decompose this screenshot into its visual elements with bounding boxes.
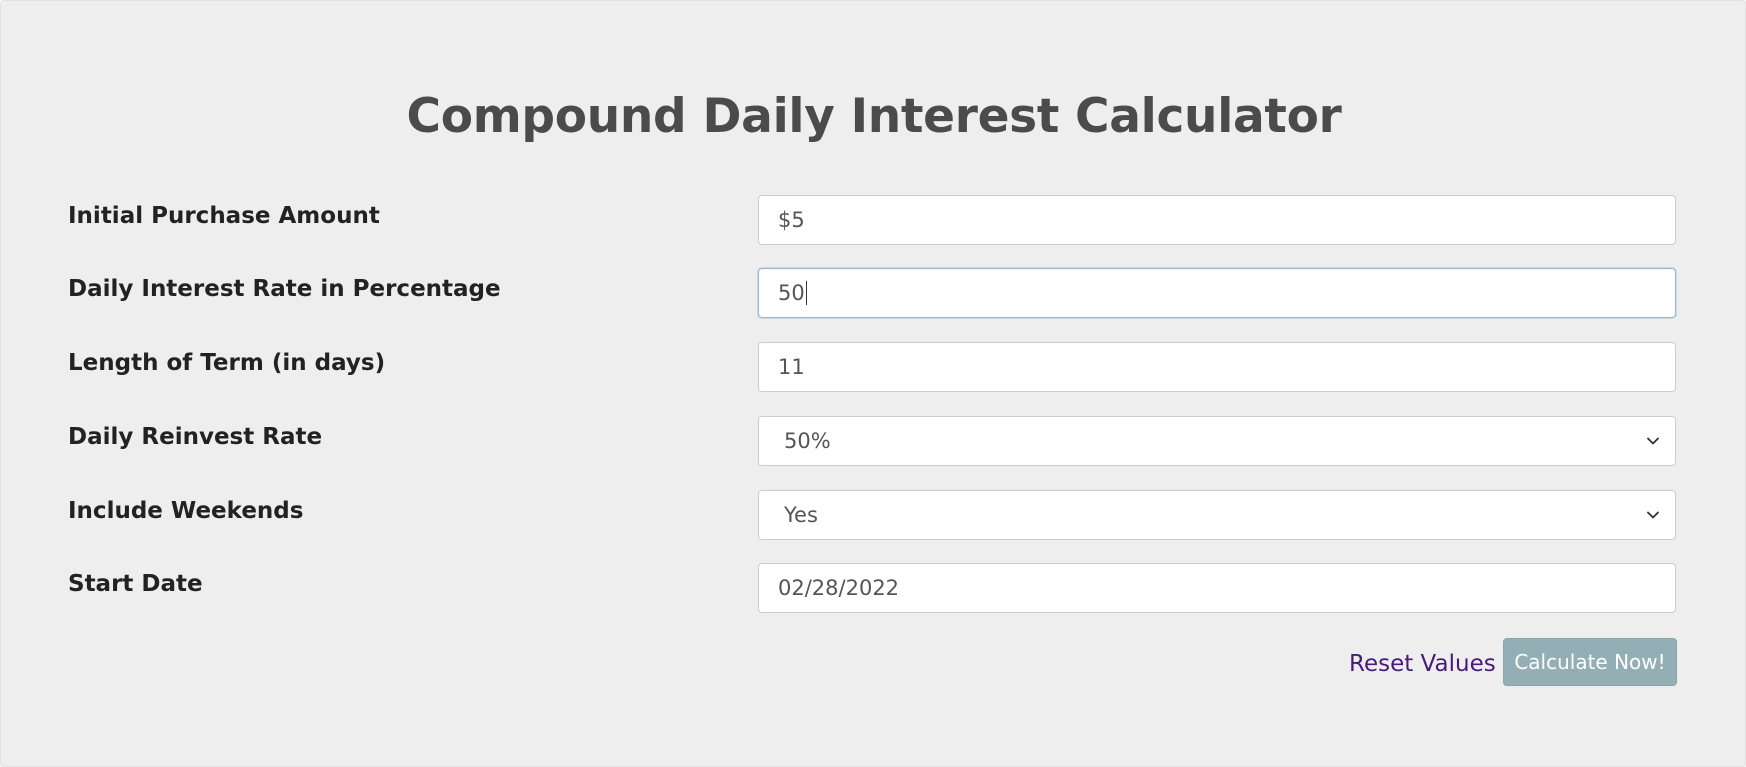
term-length-label: Length of Term (in days) bbox=[68, 350, 386, 376]
term-length-input[interactable]: 11 bbox=[758, 342, 1676, 392]
chevron-down-icon bbox=[1647, 511, 1659, 519]
include-weekends-row: Include Weekends Yes bbox=[1, 490, 1746, 542]
include-weekends-selected: Yes bbox=[784, 503, 818, 527]
calculate-now-button[interactable]: Calculate Now! bbox=[1503, 638, 1677, 686]
daily-rate-value: 50 bbox=[778, 281, 805, 305]
initial-purchase-label: Initial Purchase Amount bbox=[68, 203, 380, 229]
term-length-value: 11 bbox=[778, 355, 805, 379]
reinvest-rate-select[interactable]: 50% bbox=[758, 416, 1676, 466]
initial-purchase-value: $5 bbox=[778, 208, 805, 232]
initial-purchase-row: Initial Purchase Amount $5 bbox=[1, 195, 1746, 247]
initial-purchase-input[interactable]: $5 bbox=[758, 195, 1676, 245]
start-date-row: Start Date 02/28/2022 bbox=[1, 563, 1746, 615]
daily-rate-input[interactable]: 50 bbox=[758, 268, 1676, 318]
calculator-panel: Compound Daily Interest Calculator Initi… bbox=[0, 0, 1746, 767]
text-caret bbox=[805, 280, 807, 305]
reinvest-rate-row: Daily Reinvest Rate 50% bbox=[1, 416, 1746, 468]
start-date-input[interactable]: 02/28/2022 bbox=[758, 563, 1676, 613]
page-title: Compound Daily Interest Calculator bbox=[406, 89, 1342, 144]
start-date-value: 02/28/2022 bbox=[778, 576, 900, 600]
reset-values-link[interactable]: Reset Values bbox=[1349, 648, 1496, 680]
chevron-down-icon bbox=[1647, 437, 1659, 445]
daily-rate-label: Daily Interest Rate in Percentage bbox=[68, 276, 501, 302]
include-weekends-label: Include Weekends bbox=[68, 498, 304, 524]
start-date-label: Start Date bbox=[68, 571, 203, 597]
include-weekends-select[interactable]: Yes bbox=[758, 490, 1676, 540]
reinvest-rate-selected: 50% bbox=[784, 429, 831, 453]
daily-rate-row: Daily Interest Rate in Percentage 50 bbox=[1, 268, 1746, 320]
term-length-row: Length of Term (in days) 11 bbox=[1, 342, 1746, 394]
reinvest-rate-label: Daily Reinvest Rate bbox=[68, 424, 323, 450]
